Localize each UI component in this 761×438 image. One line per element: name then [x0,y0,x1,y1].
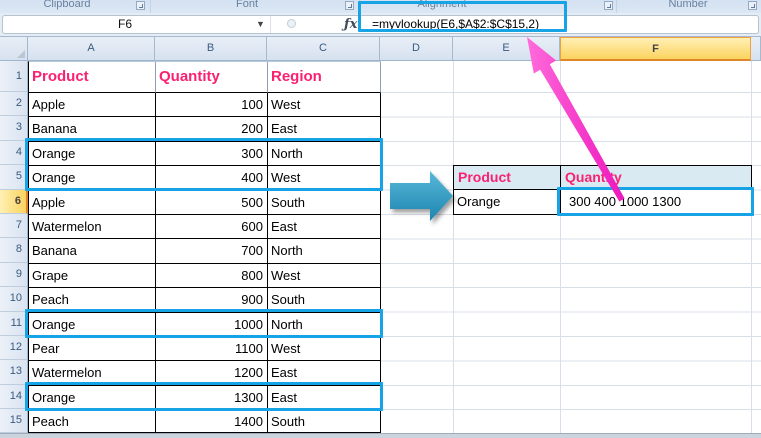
ribbon-group-clipboard: Clipboard [43,0,91,10]
alignment-dialog-launcher-icon[interactable] [604,1,613,10]
highlight-box-row-11 [25,309,383,338]
screenshot-bottom-edge [0,433,761,438]
name-box-dropdown-icon[interactable]: ▼ [256,17,265,32]
table-row: Banana 700 North [29,239,381,264]
row-header-12[interactable]: 12 [0,336,28,361]
ribbon-group-font: Font [235,0,258,10]
table-row: Grape 800 West [29,263,381,289]
row-header-11[interactable]: 11 [0,311,28,336]
cell-c7[interactable]: East [268,214,381,240]
row-header-3[interactable]: 3 [0,116,28,141]
select-all-corner[interactable] [0,37,28,61]
row-header-5[interactable]: 5 [0,165,28,190]
cell-c12[interactable]: West [268,336,381,362]
cell-a6[interactable]: Apple [29,190,156,215]
row-header-1[interactable]: 1 [0,61,28,92]
table-row: Apple 100 West [29,93,381,118]
column-header-b[interactable]: B [155,37,267,61]
header-quantity[interactable]: Quantity [156,62,268,93]
cell-c8[interactable]: North [268,239,381,264]
gridlines [381,92,761,433]
result-header-product[interactable]: Product [454,166,561,191]
cell-a2[interactable]: Apple [29,93,156,118]
row-header-15[interactable]: 15 [0,409,28,433]
cell-e6-lookup-value[interactable]: Orange [454,190,561,215]
font-dialog-launcher-icon[interactable] [345,1,354,10]
row-header-9[interactable]: 9 [0,262,28,288]
row-header-7[interactable]: 7 [0,214,28,239]
column-header-g-sliver[interactable] [751,37,761,61]
column-header-f-selected[interactable]: F [560,37,751,61]
highlight-box-formula [358,1,567,32]
cell-a8[interactable]: Banana [29,239,156,264]
empty-grid-region [381,61,761,433]
cell-b15[interactable]: 1400 [156,410,268,434]
column-header-c[interactable]: C [267,37,380,61]
row-header-14[interactable]: 14 [0,384,28,410]
table-row: Pear 1100 West [29,336,381,362]
cell-a7[interactable]: Watermelon [29,214,156,240]
table-row: Apple 500 South [29,190,381,215]
cell-a15[interactable]: Peach [29,410,156,434]
cell-b9[interactable]: 800 [156,263,268,289]
row-header-8[interactable]: 8 [0,238,28,263]
cell-b12[interactable]: 1100 [156,336,268,362]
highlight-box-rows-4-5 [25,138,383,191]
formula-bar-grip-icon [287,19,296,28]
table-row: Peach 1400 South [29,410,381,434]
formula-bar-divider [270,16,271,33]
highlight-box-cell-f6 [557,187,754,216]
excel-window: Clipboard Font Alignment Number F6 ▼ ƒx … [0,0,761,438]
column-header-e[interactable]: E [453,37,560,61]
cell-c2[interactable]: West [268,93,381,118]
row-header-4[interactable]: 4 [0,140,28,166]
ribbon-group-number: Number [668,0,708,10]
ribbon-separator [150,0,151,13]
table-row: Watermelon 600 East [29,214,381,240]
row-header-2[interactable]: 2 [0,92,28,117]
name-box[interactable]: F6 [0,17,250,32]
row-header-10[interactable]: 10 [0,287,28,312]
cell-b7[interactable]: 600 [156,214,268,240]
table-header-row: Product Quantity Region [29,62,381,93]
column-header-a[interactable]: A [28,37,155,61]
cell-a12[interactable]: Pear [29,336,156,362]
row-header-13[interactable]: 13 [0,360,28,385]
cell-b8[interactable]: 700 [156,239,268,264]
cell-c15[interactable]: South [268,410,381,434]
number-dialog-launcher-icon[interactable] [748,1,757,10]
row-header-6-selected[interactable]: 6 [0,189,28,214]
cell-b6[interactable]: 500 [156,190,268,215]
ribbon-separator [616,0,617,13]
column-header-d[interactable]: D [380,37,453,61]
header-product[interactable]: Product [29,62,156,93]
cell-b2[interactable]: 100 [156,93,268,118]
main-data-table: Product Quantity Region Apple 100 West B… [28,61,381,434]
header-region[interactable]: Region [268,62,381,93]
cell-c6[interactable]: South [268,190,381,215]
clipboard-dialog-launcher-icon[interactable] [136,1,145,10]
highlight-box-row-14 [25,382,383,411]
cell-c9[interactable]: West [268,263,381,289]
cell-a9[interactable]: Grape [29,263,156,289]
